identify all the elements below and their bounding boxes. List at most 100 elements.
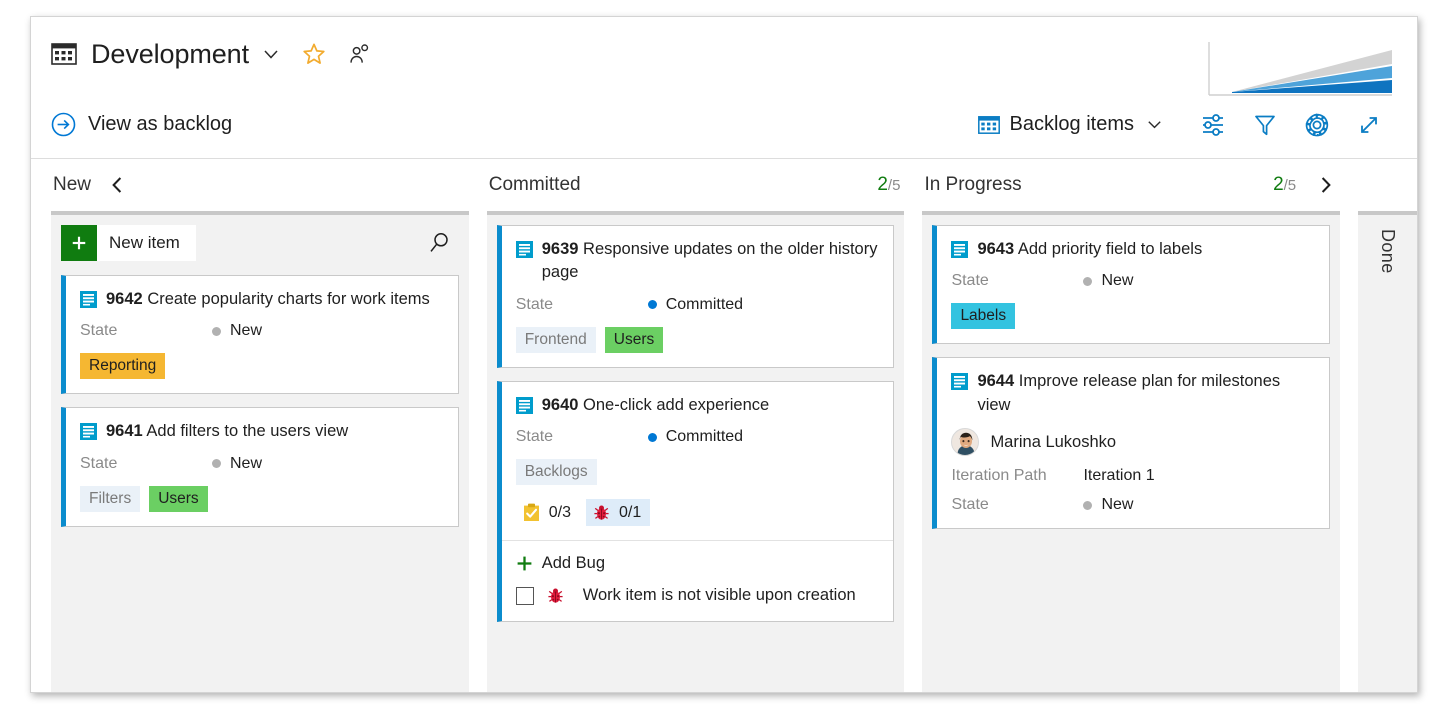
card-field-state: State New	[80, 455, 444, 473]
column-body-done: Done	[1358, 211, 1417, 693]
card-tags: Reporting	[80, 353, 444, 379]
bug-visibility-hint: Work item is not visible upon creation	[583, 586, 856, 605]
people-icon[interactable]	[348, 43, 371, 66]
bug-badge[interactable]: 0/1	[586, 499, 650, 526]
column-body-committed: 9639 Responsive updates on the older his…	[487, 211, 905, 693]
wip-limit: /5	[888, 177, 901, 194]
card-title-row: 9639 Responsive updates on the older his…	[516, 238, 880, 285]
tag[interactable]: Filters	[80, 486, 140, 512]
bug-ladybug-icon	[546, 586, 565, 605]
card-assignee[interactable]: Marina Lukoshko	[951, 428, 1315, 456]
view-as-backlog-label: View as backlog	[88, 113, 232, 136]
add-bug-label: Add Bug	[542, 554, 605, 573]
column-header-in-progress: In Progress 2/5	[922, 159, 1340, 211]
field-label: State	[516, 296, 648, 314]
field-value: New	[212, 455, 262, 473]
tag[interactable]: Users	[149, 486, 207, 512]
card-tags: Filters Users	[80, 486, 444, 512]
chevron-right-icon[interactable]	[1314, 174, 1336, 196]
checkbox-unchecked-icon[interactable]	[516, 587, 534, 605]
card-id: 9640	[542, 396, 579, 414]
field-value-text: Committed	[666, 296, 743, 314]
board-column-in-progress: In Progress 2/5	[922, 159, 1340, 693]
work-item-card[interactable]: 9643 Add priority field to labels State …	[932, 225, 1330, 344]
bug-ladybug-icon	[592, 503, 611, 522]
board-header-left: Development	[51, 39, 371, 70]
field-label: State	[80, 322, 212, 340]
board-column-committed: Committed 2/5	[487, 159, 905, 693]
bug-badge-count: 0/1	[619, 504, 641, 522]
column-body-in-progress: 9643 Add priority field to labels State …	[922, 211, 1340, 693]
column-header-committed: Committed 2/5	[487, 159, 905, 211]
backlog-level-label: Backlog items	[1010, 113, 1135, 136]
card-field-state: State New	[951, 272, 1315, 290]
card-id: 9641	[106, 422, 143, 440]
plus-icon	[61, 225, 97, 261]
bug-visibility-hint-row: Work item is not visible upon creation	[516, 586, 880, 605]
card-field-state: State New	[951, 496, 1315, 514]
funnel-filter-icon[interactable]	[1239, 105, 1291, 145]
team-name[interactable]: Development	[91, 39, 249, 70]
tag[interactable]: Frontend	[516, 327, 596, 353]
chevron-down-icon[interactable]	[262, 45, 280, 63]
new-item-row: New item	[61, 225, 459, 261]
task-checklist-icon	[522, 503, 541, 522]
card-field-iteration-path: Iteration Path Iteration 1	[951, 467, 1315, 485]
expand-diagonal-icon[interactable]	[1343, 105, 1395, 145]
column-title: New	[53, 174, 91, 196]
new-item-button[interactable]: New item	[61, 225, 196, 261]
work-item-card[interactable]: 9641 Add filters to the users view State…	[61, 407, 459, 526]
state-dot-icon	[1083, 501, 1092, 510]
search-icon[interactable]	[425, 229, 453, 257]
card-title-text: Improve release plan for milestones view	[977, 372, 1280, 413]
add-bug-button[interactable]: Add Bug	[516, 554, 880, 573]
card-id: 9644	[977, 372, 1014, 390]
gear-icon[interactable]	[1291, 105, 1343, 145]
wip-limit: /5	[1284, 177, 1297, 194]
card-title-text: Responsive updates on the older history …	[542, 240, 878, 281]
tag[interactable]: Labels	[951, 303, 1015, 329]
work-item-card[interactable]: 9642 Create popularity charts for work i…	[61, 275, 459, 394]
avatar	[951, 428, 979, 456]
star-icon[interactable]	[302, 42, 326, 66]
tag[interactable]: Backlogs	[516, 459, 597, 485]
product-backlog-item-icon	[516, 241, 533, 258]
card-title-row: 9643 Add priority field to labels	[951, 238, 1315, 261]
chevron-left-icon[interactable]	[107, 174, 129, 196]
card-title-row: 9642 Create popularity charts for work i…	[80, 288, 444, 311]
field-value: Iteration 1	[1083, 467, 1154, 485]
card-tags: Labels	[951, 303, 1315, 329]
view-as-backlog-link[interactable]: View as backlog	[51, 112, 232, 137]
board-toolbar: View as backlog Backlog items	[31, 91, 1417, 159]
cumulative-flow-chart-thumbnail[interactable]	[1208, 42, 1393, 97]
work-item-card[interactable]: 9644 Improve release plan for milestones…	[932, 357, 1330, 529]
backlog-level-picker[interactable]: Backlog items	[978, 113, 1164, 136]
column-header-new: New	[51, 159, 469, 211]
plus-icon	[516, 555, 533, 572]
wip-current: 2	[1273, 174, 1284, 195]
card-tags: Frontend Users	[516, 327, 880, 353]
card-child-badges: 0/3	[516, 499, 880, 526]
work-item-card[interactable]: 9640 One-click add experience State Comm…	[497, 381, 895, 622]
kanban-board-app: Development	[30, 16, 1418, 693]
product-backlog-item-icon	[80, 291, 97, 308]
card-title: 9644 Improve release plan for milestones…	[977, 370, 1315, 417]
state-dot-icon	[1083, 277, 1092, 286]
tag[interactable]: Users	[605, 327, 663, 353]
board-column-done[interactable]: Done	[1358, 159, 1417, 693]
field-value-text: New	[230, 322, 262, 340]
column-body-new: New item	[51, 211, 469, 693]
backlog-grid-icon	[978, 116, 1000, 134]
board-column-new: New New i	[51, 159, 469, 693]
field-label: State	[80, 455, 212, 473]
field-value-text: New	[230, 455, 262, 473]
tag[interactable]: Reporting	[80, 353, 165, 379]
field-value: Committed	[648, 428, 743, 446]
new-item-label: New item	[97, 233, 196, 253]
task-badge[interactable]: 0/3	[516, 499, 580, 526]
work-item-card[interactable]: 9639 Responsive updates on the older his…	[497, 225, 895, 368]
sliders-icon[interactable]	[1187, 105, 1239, 145]
field-value: New	[1083, 272, 1133, 290]
column-title: Committed	[489, 174, 581, 196]
board-left-gutter	[31, 159, 51, 693]
